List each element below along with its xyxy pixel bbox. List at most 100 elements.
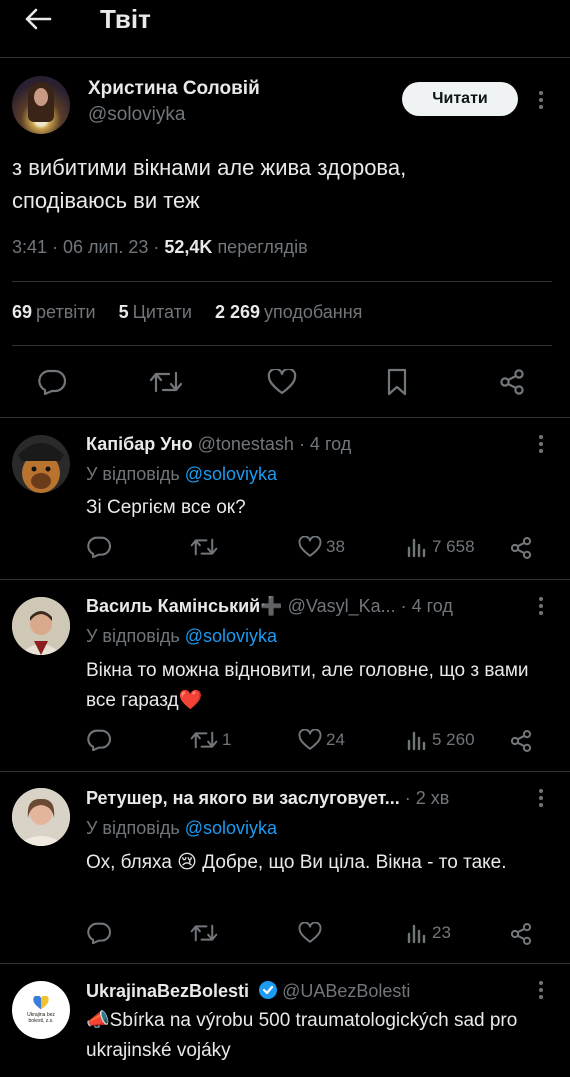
reply-author-name[interactable]: Капібар Уно <box>86 434 193 454</box>
tweet-timestamp[interactable]: 3:41 · 06 лип. 23 · <box>12 237 164 257</box>
share-icon <box>510 923 532 945</box>
reply-to: У відповідь @soloviyka <box>86 626 277 647</box>
divider <box>12 345 552 346</box>
reply-action[interactable] <box>87 536 111 558</box>
reply-time: · 4 год <box>395 596 453 616</box>
view-count: 23 <box>432 923 451 942</box>
back-arrow-icon[interactable] <box>18 2 58 36</box>
like-icon[interactable] <box>266 366 298 398</box>
divider <box>12 281 552 282</box>
reply-author-handle[interactable]: @Vasyl_Ka... <box>288 596 396 616</box>
share-icon <box>510 730 532 752</box>
retweet-action[interactable]: 1 <box>190 729 231 751</box>
views-label: переглядів <box>212 237 308 257</box>
quotes-label: Цитати <box>132 302 192 322</box>
avatar[interactable]: Ukrajina bez bolesti, z.s. <box>12 981 70 1039</box>
like-count: 38 <box>326 537 345 556</box>
views-icon <box>407 924 426 944</box>
reply-icon <box>87 536 111 558</box>
views-action[interactable]: 5 260 <box>406 729 475 751</box>
retweet-icon <box>190 924 218 942</box>
reply-text: Вікна то можна відновити, але головне, щ… <box>86 660 529 711</box>
reply-to-handle[interactable]: @soloviyka <box>185 626 277 646</box>
share-action[interactable] <box>509 729 533 753</box>
like-icon <box>298 922 322 943</box>
avatar[interactable] <box>12 435 70 493</box>
reply-icon <box>87 729 111 751</box>
more-options-icon[interactable] <box>531 88 551 112</box>
like-icon <box>298 536 322 557</box>
share-action[interactable] <box>509 536 533 560</box>
reply-to-handle[interactable]: @soloviyka <box>185 464 277 484</box>
avatar-logo-text: Ukrajina bez bolesti, z.s. <box>27 1012 55 1024</box>
follow-button[interactable]: Читати <box>402 82 518 116</box>
reply-tweet[interactable]: Капібар Уно @tonestash · 4 год У відпові… <box>0 418 570 578</box>
reply-time: · 2 хв <box>399 788 450 808</box>
more-options-icon[interactable] <box>531 432 551 456</box>
tweet-meta: 3:41 · 06 лип. 23 · 52,4K переглядів <box>12 237 308 258</box>
reply-author-name[interactable]: UkrajinaBezBolesti <box>86 981 249 1001</box>
reply-header: UkrajinaBezBolesti @UABezBolesti <box>86 980 410 1002</box>
reply-header: Капібар Уно @tonestash · 4 год <box>86 434 351 455</box>
retweets-count: 69 <box>12 302 33 322</box>
reply-author-handle[interactable]: @UABezBolesti <box>282 981 410 1001</box>
retweets-stat[interactable]: 69 ретвіти <box>12 302 96 322</box>
author-name[interactable]: Христина Соловій <box>88 78 260 100</box>
page-title: Твіт <box>100 4 151 34</box>
like-action[interactable] <box>298 922 326 944</box>
reply-author-handle[interactable]: @tonestash <box>198 434 294 454</box>
retweet-icon[interactable] <box>148 366 184 398</box>
reply-author-name[interactable]: Василь Камінський➕ <box>86 596 283 616</box>
reply-tweet[interactable]: Ретушер, на якого ви заслуговует... · 2 … <box>0 772 570 962</box>
retweet-icon <box>190 538 218 556</box>
likes-label: уподобання <box>263 302 363 322</box>
views-icon <box>407 731 426 751</box>
more-options-icon[interactable] <box>531 594 551 618</box>
like-action[interactable]: 24 <box>298 729 345 751</box>
reply-text: Ох, бляха 😢 Добре, що Ви ціла. Вікна - т… <box>86 852 507 873</box>
more-options-icon[interactable] <box>531 978 551 1002</box>
retweet-count: 1 <box>222 730 232 749</box>
reply-icon <box>87 922 111 944</box>
avatar[interactable] <box>12 76 70 134</box>
reply-tweet[interactable]: Василь Камінський➕ @Vasyl_Ka... · 4 год … <box>0 580 570 770</box>
reply-icon[interactable] <box>36 366 68 398</box>
avatar[interactable] <box>12 597 70 655</box>
tweet-text-line: з вибитими вікнами але жива здорова, <box>12 155 407 180</box>
reply-author-name[interactable]: Ретушер, на якого ви заслуговует... <box>86 788 400 808</box>
more-options-icon[interactable] <box>531 786 551 810</box>
top-bar: Твіт <box>0 0 570 58</box>
reply-action[interactable] <box>87 729 111 751</box>
tweet-text: з вибитими вікнами але жива здорова, спо… <box>12 151 552 217</box>
reply-action[interactable] <box>87 922 111 944</box>
retweet-action[interactable] <box>190 922 222 944</box>
share-icon <box>510 537 532 559</box>
reply-text: 📣Sbírka na výrobu 500 traumatologických … <box>86 1010 518 1061</box>
bookmark-icon[interactable] <box>382 366 412 398</box>
avatar[interactable] <box>12 788 70 846</box>
like-count: 24 <box>326 730 345 749</box>
like-icon <box>298 729 322 750</box>
author-handle[interactable]: @soloviyka <box>88 104 185 126</box>
retweet-action[interactable] <box>190 536 222 558</box>
likes-stat[interactable]: 2 269 уподобання <box>215 302 362 322</box>
reply-text: Зі Сергієм все ок? <box>86 497 246 518</box>
views-icon <box>407 538 426 558</box>
share-action[interactable] <box>509 922 533 946</box>
retweet-icon <box>190 731 218 749</box>
views-action[interactable]: 23 <box>406 922 451 944</box>
engagement-stats: 69 ретвіти 5 Цитати 2 269 уподобання <box>12 302 380 323</box>
quotes-stat[interactable]: 5 Цитати <box>119 302 192 322</box>
verified-badge-icon <box>259 981 278 999</box>
reply-to-handle[interactable]: @soloviyka <box>185 818 277 838</box>
reply-to-prefix: У відповідь <box>86 818 185 838</box>
reply-time: · 4 год <box>293 434 352 454</box>
reply-to-prefix: У відповідь <box>86 464 185 484</box>
reply-to: У відповідь @soloviyka <box>86 464 277 485</box>
share-icon[interactable] <box>496 366 528 398</box>
like-action[interactable]: 38 <box>298 536 345 558</box>
reply-tweet[interactable]: Ukrajina bez bolesti, z.s. UkrajinaBezBo… <box>0 964 570 1077</box>
views-action[interactable]: 7 658 <box>406 536 475 558</box>
view-count: 7 658 <box>432 537 475 556</box>
view-count: 5 260 <box>432 730 475 749</box>
